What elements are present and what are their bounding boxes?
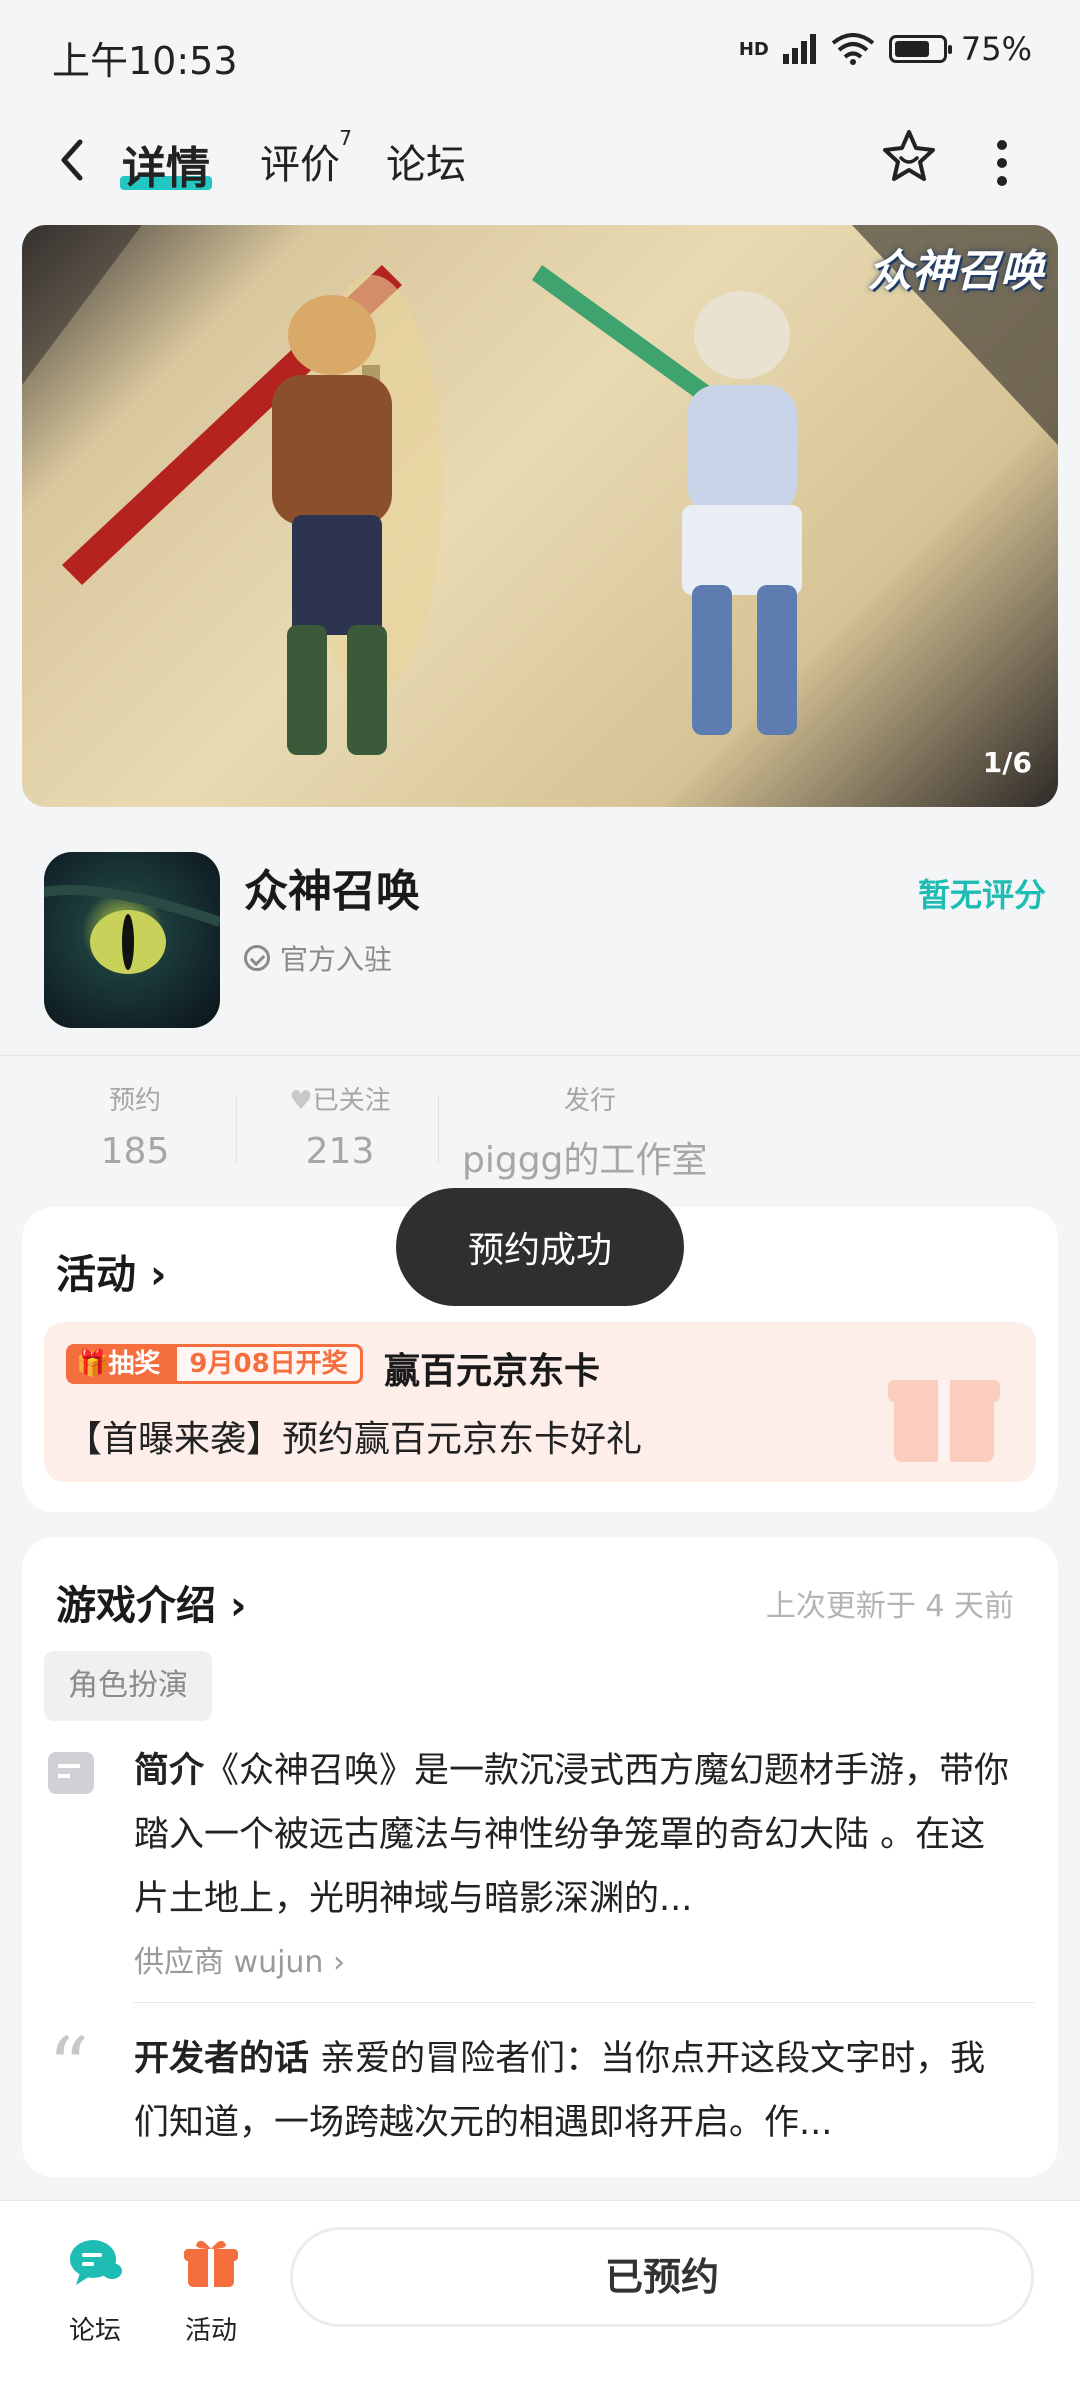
network-label: HD	[738, 38, 769, 60]
activity-title[interactable]: 活动 ›	[56, 1242, 166, 1300]
tab-forum[interactable]: 论坛	[386, 132, 466, 190]
bottom-forum-button[interactable]: 论坛	[40, 2233, 150, 2347]
activity-item[interactable]: 🎁抽奖 9月08日开奖 赢百元京东卡 【首曝来袭】预约赢百元京东卡好礼	[44, 1322, 1036, 1482]
banner-carousel[interactable]: 众神召唤 1/6	[22, 225, 1058, 807]
heart-icon: ♥	[289, 1086, 313, 1116]
tab-review[interactable]: 评价 7	[260, 126, 352, 190]
back-arrow-icon[interactable]	[48, 130, 98, 190]
bottom-activity-button[interactable]: 活动	[156, 2233, 266, 2347]
banner-artwork	[22, 225, 1058, 755]
quote-icon: “	[48, 2020, 89, 2113]
developer-note[interactable]: 开发者的话 亲爱的冒险者们：当你点开这段文字时，我们知道，一场跨越次元的相遇即将…	[134, 2027, 1014, 2155]
gift-decoration-icon	[888, 1380, 1000, 1462]
summary-text[interactable]: 简介《众神召唤》是一款沉浸式西方魔幻题材手游，带你踏入一个被远古魔法与神性纷争笼…	[134, 1739, 1014, 1931]
summary-body: 《众神召唤》是一款沉浸式西方魔幻题材手游，带你踏入一个被远古魔法与神性纷争笼罩的…	[134, 1751, 1010, 1919]
stat-label: 已关注	[312, 1086, 391, 1116]
divider	[134, 2002, 1034, 2003]
stat-publisher[interactable]: 发行 piggg的工作室	[440, 1080, 740, 1183]
summary-label: 简介	[134, 1751, 205, 1791]
tab-review-badge: 7	[339, 126, 352, 150]
status-bar: 上午10:53 HD 75%	[0, 0, 1080, 100]
genre-tag[interactable]: 角色扮演	[44, 1651, 212, 1721]
status-icons: HD 75%	[739, 30, 1032, 68]
app-name: 众神召唤	[244, 866, 420, 917]
lottery-type-label: 抽奖	[108, 1349, 161, 1379]
bottom-forum-label: 论坛	[68, 2316, 121, 2346]
bottom-action-bar: 论坛 活动 已预约	[0, 2200, 1080, 2401]
status-time: 上午10:53	[52, 39, 238, 83]
chevron-right-icon: ›	[333, 1945, 345, 1980]
chevron-right-icon: ›	[149, 1252, 167, 1298]
stat-label: 预约	[108, 1086, 161, 1116]
banner-page-counter: 1/6	[982, 746, 1032, 779]
game-intro-card: 游戏介绍 › 上次更新于 4 天前 角色扮演 简介《众神召唤》是一款沉浸式西方魔…	[22, 1537, 1058, 2177]
favorite-star-icon[interactable]	[878, 126, 940, 188]
stat-value: piggg的工作室	[462, 1140, 708, 1181]
divider	[0, 1055, 1080, 1056]
lottery-type: 🎁抽奖	[66, 1344, 175, 1384]
lottery-date: 9月08日开奖	[174, 1344, 363, 1384]
app-icon	[44, 852, 220, 1028]
more-options-icon[interactable]	[996, 140, 1008, 186]
toast-message: 预约成功	[396, 1188, 684, 1306]
tab-detail-label: 详情	[122, 143, 210, 194]
dragon-eye-image	[44, 885, 220, 974]
stat-label-row: ♥已关注	[260, 1080, 420, 1117]
activity-prize: 赢百元京东卡	[384, 1351, 601, 1392]
rating-label[interactable]: 暂无评分	[918, 870, 1046, 916]
battery-percent: 75%	[960, 30, 1032, 68]
battery-icon	[888, 35, 952, 63]
official-label: 官方入驻	[280, 943, 393, 976]
document-icon	[48, 1752, 94, 1794]
stat-label: 发行	[563, 1086, 616, 1116]
bottom-activity-label: 活动	[184, 2316, 237, 2346]
check-circle-icon	[244, 945, 270, 971]
tab-forum-label: 论坛	[386, 142, 466, 188]
supplier-link[interactable]: 供应商 wujun ›	[134, 1937, 345, 1981]
top-nav: 详情 评价 7 论坛	[0, 110, 1080, 210]
chevron-right-icon: ›	[229, 1583, 247, 1629]
update-time: 上次更新于 4 天前	[765, 1589, 1014, 1624]
intro-title[interactable]: 游戏介绍 ›	[56, 1573, 246, 1631]
tab-detail[interactable]: 详情	[120, 132, 212, 196]
tab-review-label: 评价	[260, 142, 340, 188]
intro-title-label: 游戏介绍	[56, 1583, 216, 1629]
stat-followers[interactable]: ♥已关注 213	[260, 1080, 420, 1172]
supplier-label: 供应商 wujun	[134, 1945, 324, 1980]
divider	[236, 1095, 237, 1163]
wifi-icon	[831, 33, 875, 65]
activity-description: 【首曝来袭】预约赢百元京东卡好礼	[66, 1419, 643, 1460]
banner-game-logo: 众神召唤	[868, 246, 1044, 297]
stat-reservations: 预约 185	[60, 1080, 210, 1172]
divider	[438, 1095, 439, 1163]
lottery-badge: 🎁抽奖 9月08日开奖	[66, 1344, 363, 1384]
gift-icon: 🎁	[76, 1349, 109, 1379]
stat-value: 213	[305, 1131, 375, 1172]
signal-icon	[782, 34, 816, 64]
gift-icon	[184, 2240, 238, 2287]
reserved-button[interactable]: 已预约	[290, 2227, 1034, 2327]
activity-title-label: 活动	[56, 1252, 136, 1298]
stat-value: 185	[100, 1131, 170, 1172]
chat-bubble-icon	[70, 2240, 122, 2285]
developer-note-label: 开发者的话	[134, 2039, 310, 2079]
official-badge: 官方入驻	[244, 938, 392, 978]
